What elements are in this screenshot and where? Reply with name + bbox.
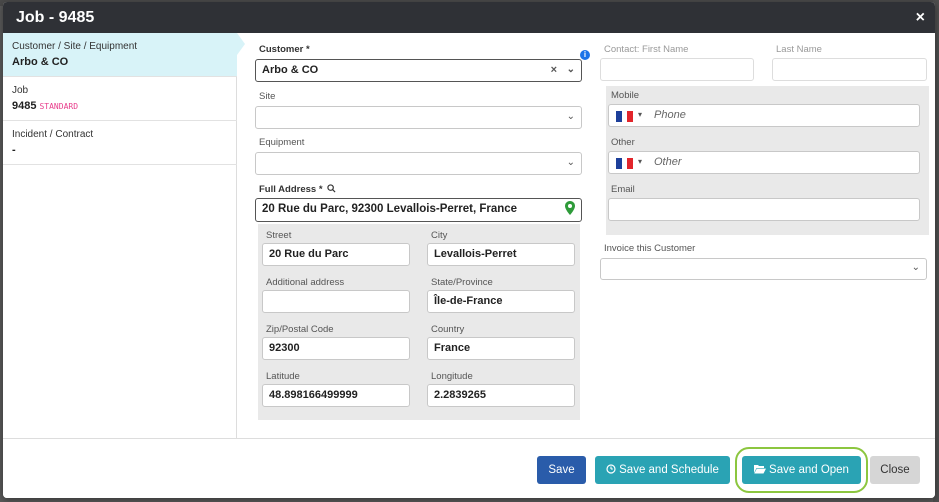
modal-title: Job - 9485 bbox=[16, 9, 95, 26]
chevron-down-icon[interactable]: ⌄ bbox=[567, 64, 575, 75]
caret-down-icon[interactable]: ▾ bbox=[638, 157, 642, 166]
full-address-label-text: Full Address * bbox=[259, 184, 323, 195]
full-address-input[interactable]: 20 Rue du Parc, 92300 Levallois-Perret, … bbox=[255, 198, 582, 222]
job-number: 9485 bbox=[12, 100, 37, 112]
customer-select-value: Arbo & CO bbox=[262, 64, 319, 76]
map-pin-icon[interactable] bbox=[565, 201, 575, 215]
latitude-input[interactable]: 48.898166499999 bbox=[262, 384, 410, 407]
sidebar: Customer / Site / Equipment Arbo & CO Jo… bbox=[3, 33, 237, 438]
active-indicator bbox=[237, 33, 245, 55]
last-name-label: Last Name bbox=[776, 44, 822, 55]
first-name-label: Contact: First Name bbox=[604, 44, 689, 55]
save-button[interactable]: Save bbox=[537, 456, 586, 484]
city-input[interactable]: Levallois-Perret bbox=[427, 243, 575, 266]
other-phone-input[interactable]: ▾ Other bbox=[608, 151, 920, 174]
customer-select[interactable]: Arbo & CO × ⌄ bbox=[255, 59, 582, 82]
search-icon[interactable] bbox=[327, 184, 336, 193]
sidebar-item-job[interactable]: Job 9485 STANDARD bbox=[3, 77, 237, 121]
longitude-input[interactable]: 2.2839265 bbox=[427, 384, 575, 407]
clear-icon[interactable]: × bbox=[551, 64, 557, 76]
country-input[interactable]: France bbox=[427, 337, 575, 360]
customer-label: Customer * bbox=[259, 44, 310, 55]
france-flag-icon[interactable] bbox=[616, 158, 634, 169]
sidebar-item-incident[interactable]: Incident / Contract - bbox=[3, 121, 237, 165]
sidebar-item-value: Arbo & CO bbox=[12, 56, 69, 68]
other-phone-placeholder: Other bbox=[654, 156, 682, 168]
zip-input[interactable]: 92300 bbox=[262, 337, 410, 360]
last-name-input[interactable] bbox=[772, 58, 927, 81]
site-select[interactable]: ⌄ bbox=[255, 106, 582, 129]
france-flag-icon[interactable] bbox=[616, 111, 634, 122]
sidebar-item-label: Job bbox=[12, 85, 29, 96]
job-type-badge: STANDARD bbox=[39, 102, 79, 111]
zip-label: Zip/Postal Code bbox=[266, 324, 334, 335]
email-label: Email bbox=[611, 184, 635, 195]
other-phone-label: Other bbox=[611, 137, 635, 148]
save-and-open-button[interactable]: Save and Open bbox=[742, 456, 861, 484]
additional-address-input[interactable] bbox=[262, 290, 410, 313]
country-label: Country bbox=[431, 324, 465, 335]
latitude-label: Latitude bbox=[266, 371, 300, 382]
job-modal: Job - 9485 × Customer / Site / Equipment… bbox=[3, 2, 935, 498]
mobile-label: Mobile bbox=[611, 90, 639, 101]
modal-footer: Save Save and Schedule Save and Open Clo… bbox=[3, 438, 935, 498]
email-input[interactable] bbox=[608, 198, 920, 221]
sidebar-item-value: - bbox=[12, 144, 16, 156]
street-label: Street bbox=[266, 230, 292, 241]
full-address-label: Full Address * bbox=[259, 184, 336, 195]
caret-down-icon[interactable]: ▾ bbox=[638, 110, 642, 119]
equipment-label: Equipment bbox=[259, 137, 305, 148]
invoice-customer-select[interactable]: ⌄ bbox=[600, 258, 927, 280]
info-icon[interactable]: i bbox=[580, 50, 590, 60]
sidebar-item-customer[interactable]: Customer / Site / Equipment Arbo & CO bbox=[3, 33, 237, 77]
chevron-down-icon[interactable]: ⌄ bbox=[567, 111, 575, 122]
sidebar-item-label: Incident / Contract bbox=[12, 129, 94, 140]
sidebar-item-label: Customer / Site / Equipment bbox=[12, 41, 138, 52]
equipment-select[interactable]: ⌄ bbox=[255, 152, 582, 175]
mobile-placeholder: Phone bbox=[654, 109, 686, 121]
site-label: Site bbox=[259, 91, 276, 102]
full-address-value: 20 Rue du Parc, 92300 Levallois-Perret, … bbox=[262, 203, 518, 215]
modal-header: Job - 9485 × bbox=[3, 2, 935, 33]
longitude-label: Longitude bbox=[431, 371, 473, 382]
state-input[interactable]: Île-de-France bbox=[427, 290, 575, 313]
folder-open-icon bbox=[754, 465, 767, 474]
sidebar-item-value: 9485 STANDARD bbox=[12, 100, 228, 112]
save-and-schedule-button[interactable]: Save and Schedule bbox=[595, 456, 730, 484]
invoice-label: Invoice this Customer bbox=[604, 243, 696, 254]
close-button[interactable]: Close bbox=[870, 456, 920, 484]
save-and-schedule-label: Save and Schedule bbox=[619, 464, 719, 476]
chevron-down-icon[interactable]: ⌄ bbox=[567, 157, 575, 168]
additional-address-label: Additional address bbox=[266, 277, 345, 288]
save-and-open-label: Save and Open bbox=[769, 464, 849, 476]
chevron-down-icon[interactable]: ⌄ bbox=[912, 262, 920, 273]
state-label: State/Province bbox=[431, 277, 493, 288]
first-name-input[interactable] bbox=[600, 58, 754, 81]
street-input[interactable]: 20 Rue du Parc bbox=[262, 243, 410, 266]
city-label: City bbox=[431, 230, 448, 241]
close-icon[interactable]: × bbox=[916, 9, 925, 27]
mobile-input[interactable]: ▾ Phone bbox=[608, 104, 920, 127]
clock-icon bbox=[606, 464, 616, 474]
